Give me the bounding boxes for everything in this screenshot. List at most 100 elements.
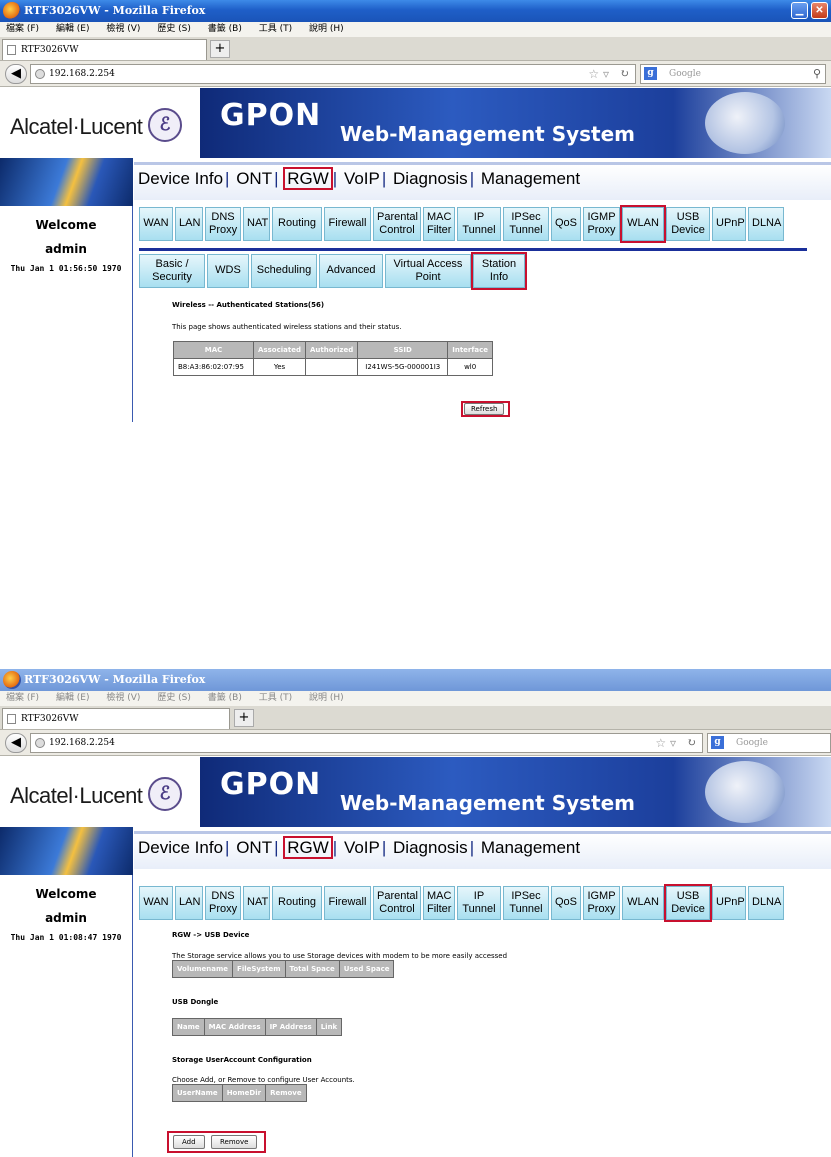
search-box[interactable]: g Google ⚲	[640, 64, 826, 84]
tab-dlna[interactable]: DLNA	[748, 886, 784, 920]
tab-station-info[interactable]: Station Info	[471, 252, 527, 290]
menu-help[interactable]: 說明 (H)	[309, 24, 344, 34]
refresh-button[interactable]: Refresh	[464, 403, 505, 415]
tab-upnp[interactable]: UPnP	[712, 886, 746, 920]
nav-management[interactable]: Management	[481, 169, 580, 188]
nav-device-info[interactable]: Device Info	[138, 838, 223, 857]
close-window-button[interactable]: ✕	[811, 2, 828, 19]
menu-file[interactable]: 檔案 (F)	[6, 24, 39, 34]
tab-dns-proxy[interactable]: DNS Proxy	[205, 886, 241, 920]
tab-routing[interactable]: Routing	[272, 207, 322, 241]
dongle-column-header: IP Address	[264, 1018, 317, 1036]
tab-nat[interactable]: NAT	[243, 207, 270, 241]
minimize-button[interactable]: ▁	[791, 2, 808, 19]
nav-rgw[interactable]: RGW	[283, 167, 333, 190]
tab-wan[interactable]: WAN	[139, 207, 173, 241]
tab-wan[interactable]: WAN	[139, 886, 173, 920]
dongle-column-header: Link	[315, 1018, 343, 1036]
browser-tab[interactable]: RTF3026VW	[2, 708, 230, 729]
tab-firewall[interactable]: Firewall	[324, 886, 371, 920]
nav-device-info[interactable]: Device Info	[138, 169, 223, 188]
screenshot-station-info: RTF3026VW - Mozilla Firefox ▁ ✕ 檔案 (F) 編…	[0, 0, 831, 422]
bookmark-star-icon[interactable]: ☆ ▿	[588, 65, 609, 83]
menu-history[interactable]: 歷史 (S)	[157, 693, 191, 703]
back-arrow-icon[interactable]: ◀	[5, 733, 27, 753]
tab-wds[interactable]: WDS	[207, 254, 249, 288]
url-bar[interactable]: 192.168.2.254 ☆ ▿ ↻	[30, 64, 636, 84]
tab-wlan[interactable]: WLAN	[622, 886, 664, 920]
tab-lan[interactable]: LAN	[175, 886, 203, 920]
storage-description: The Storage service allows you to use St…	[172, 952, 508, 960]
rgw-tab-bar: WAN LAN DNS ProxyNAT Routing Firewall Parenta…	[139, 205, 786, 243]
tab-scheduling[interactable]: Scheduling	[251, 254, 317, 288]
nav-rgw[interactable]: RGW	[283, 836, 333, 859]
menu-bookmarks[interactable]: 書籤 (B)	[208, 24, 242, 34]
tab-nat[interactable]: NAT	[243, 886, 270, 920]
sidebar: Welcome admin Thu Jan 1 01:56:50 1970	[0, 206, 133, 422]
nav-diagnosis[interactable]: Diagnosis	[393, 838, 468, 857]
reload-icon[interactable]: ↻	[620, 65, 629, 83]
tab-upnp[interactable]: UPnP	[712, 207, 746, 241]
new-tab-button[interactable]: +	[210, 40, 230, 58]
nav-ont[interactable]: ONT	[236, 838, 272, 857]
search-icon[interactable]: ⚲	[813, 65, 821, 83]
back-arrow-icon[interactable]: ◀	[5, 64, 27, 84]
reload-icon[interactable]: ↻	[687, 734, 696, 752]
menu-bookmarks[interactable]: 書籤 (B)	[208, 693, 242, 703]
nav-ont[interactable]: ONT	[236, 169, 272, 188]
menu-view[interactable]: 檢視 (V)	[106, 24, 140, 34]
tab-firewall[interactable]: Firewall	[324, 207, 371, 241]
window-title-bar: RTF3026VW - Mozilla Firefox ▁ ✕	[0, 0, 831, 22]
tab-usb-device[interactable]: USB Device	[664, 884, 712, 922]
menu-file[interactable]: 檔案 (F)	[6, 693, 39, 703]
tab-mac-filter[interactable]: MAC Filter	[423, 207, 455, 241]
tab-parental-control[interactable]: Parental Control	[373, 207, 421, 241]
add-button[interactable]: Add	[173, 1135, 205, 1149]
nav-voip[interactable]: VoIP	[344, 169, 380, 188]
nav-diagnosis[interactable]: Diagnosis	[393, 169, 468, 188]
storage-column-header: Used Space	[338, 960, 395, 978]
tab-ipsec-tunnel[interactable]: IPSec Tunnel	[503, 886, 549, 920]
alcatel-lucent-logo-icon: ℰ	[148, 777, 182, 811]
storage-column-header: FileSystem	[232, 960, 286, 978]
station-column-header: SSID	[357, 341, 449, 359]
tab-mac-filter[interactable]: MAC Filter	[423, 886, 455, 920]
tab-igmp-proxy[interactable]: IGMP Proxy	[583, 886, 620, 920]
menu-edit[interactable]: 編輯 (E)	[56, 24, 90, 34]
tab-qos[interactable]: QoS	[551, 207, 581, 241]
tab-routing[interactable]: Routing	[272, 886, 322, 920]
nav-management[interactable]: Management	[481, 838, 580, 857]
bookmark-star-icon[interactable]: ☆ ▿	[655, 734, 676, 752]
menu-tools[interactable]: 工具 (T)	[259, 24, 292, 34]
new-tab-button[interactable]: +	[234, 709, 254, 727]
search-box[interactable]: g Google	[707, 733, 831, 753]
alcatel-lucent-logo-icon: ℰ	[148, 108, 182, 142]
remove-button[interactable]: Remove	[211, 1135, 258, 1149]
tab-virtual-access-point[interactable]: Virtual Access Point	[385, 254, 471, 288]
url-bar[interactable]: 192.168.2.254 ☆ ▿ ↻	[30, 733, 703, 753]
tab-ip-tunnel[interactable]: IP Tunnel	[457, 886, 501, 920]
tab-igmp-proxy[interactable]: IGMP Proxy	[583, 207, 620, 241]
tab-dns-proxy[interactable]: DNS Proxy	[205, 207, 241, 241]
tab-ipsec-tunnel[interactable]: IPSec Tunnel	[503, 207, 549, 241]
browser-tab[interactable]: RTF3026VW	[2, 39, 207, 60]
menu-history[interactable]: 歷史 (S)	[157, 24, 191, 34]
tab-parental-control[interactable]: Parental Control	[373, 886, 421, 920]
menu-help[interactable]: 說明 (H)	[309, 693, 344, 703]
tab-wlan[interactable]: WLAN	[620, 205, 666, 243]
account-column-header: UserName	[172, 1084, 223, 1102]
menu-edit[interactable]: 編輯 (E)	[56, 693, 90, 703]
tab-lan[interactable]: LAN	[175, 207, 203, 241]
menu-view[interactable]: 檢視 (V)	[106, 693, 140, 703]
menu-tools[interactable]: 工具 (T)	[259, 693, 292, 703]
main-nav: Device Info | ONT | RGW | VoIP | Diagnosis | …	[134, 831, 831, 869]
tab-qos[interactable]: QoS	[551, 886, 581, 920]
tab-dlna[interactable]: DLNA	[748, 207, 784, 241]
station-column-header: Associated	[253, 341, 306, 359]
nav-voip[interactable]: VoIP	[344, 838, 380, 857]
tab-basic-security[interactable]: Basic / Security	[139, 254, 205, 288]
tab-usb-device[interactable]: USB Device	[666, 207, 710, 241]
tab-ip-tunnel[interactable]: IP Tunnel	[457, 207, 501, 241]
tab-advanced[interactable]: Advanced	[319, 254, 383, 288]
nav-separator: |	[274, 838, 279, 857]
